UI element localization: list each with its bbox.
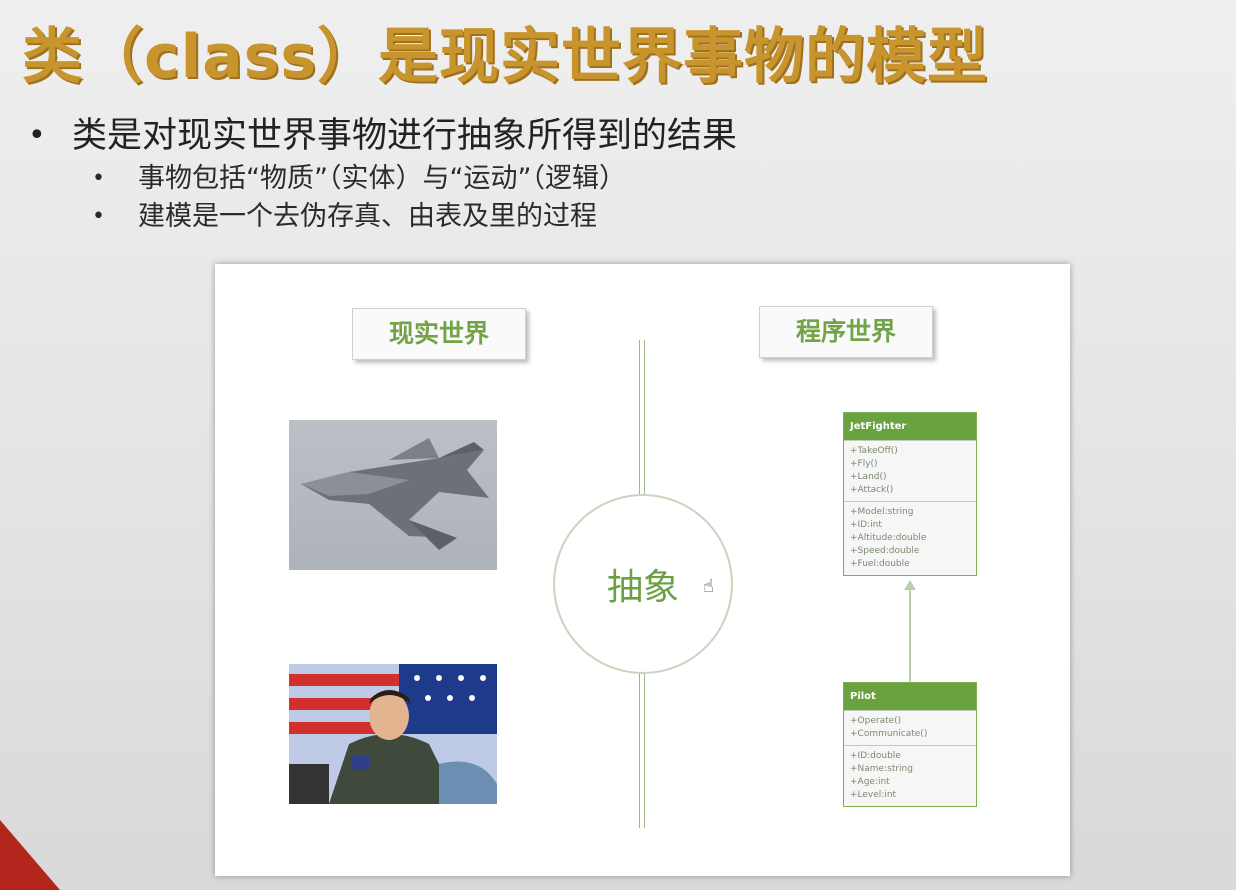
uml-methods: +Operate() +Communicate(): [844, 710, 976, 745]
uml-field: +Level:int: [850, 790, 897, 800]
uml-method: +Fly(): [850, 459, 878, 469]
bullet-sub-1: 事物包括“物质”（实体）与“运动”（逻辑）: [28, 160, 737, 198]
bullet-sub-2: 建模是一个去伪存真、由表及里的过程: [28, 198, 737, 236]
program-world-heading: 程序世界: [759, 306, 933, 358]
uml-field: +Name:string: [850, 764, 913, 774]
uml-method: +Attack(): [850, 485, 894, 495]
uml-methods: +TakeOff() +Fly() +Land() +Attack(): [844, 440, 976, 501]
bullet-list: 类是对现实世界事物进行抽象所得到的结果 事物包括“物质”（实体）与“运动”（逻辑…: [28, 112, 737, 236]
divider-line-top: [639, 340, 645, 494]
corner-decoration: [0, 820, 60, 890]
uml-fields: +Model:string +ID:int +Altitude:double +…: [844, 501, 976, 575]
uml-method: +Land(): [850, 472, 887, 482]
real-world-heading: 现实世界: [352, 308, 526, 360]
uml-field: +ID:int: [850, 520, 882, 530]
uml-method: +Operate(): [850, 716, 902, 726]
fighter-jet-icon: [301, 438, 489, 550]
uml-class-pilot: Pilot +Operate() +Communicate() +ID:doub…: [843, 682, 977, 807]
diagram-card: 现实世界 程序世界 抽象 ☝ JetFighter +TakeOff() +Fl…: [215, 264, 1070, 876]
uml-class-jetfighter: JetFighter +TakeOff() +Fly() +Land() +At…: [843, 412, 977, 576]
fighter-jet-photo: [289, 420, 497, 570]
divider-line-bottom: [639, 670, 645, 828]
uml-field: +Altitude:double: [850, 533, 927, 543]
inheritance-arrow-head-icon: [904, 580, 916, 590]
uml-field: +Age:int: [850, 777, 890, 787]
hand-cursor-icon: ☝: [703, 576, 714, 597]
uml-field: +Speed:double: [850, 546, 920, 556]
abstraction-label: 抽象: [606, 567, 679, 608]
slide-title: 类（class）是现实世界事物的模型: [22, 22, 989, 92]
uml-method: +TakeOff(): [850, 446, 898, 456]
uml-class-name: JetFighter: [844, 413, 976, 440]
uml-field: +Model:string: [850, 507, 914, 517]
bullet-main: 类是对现实世界事物进行抽象所得到的结果: [28, 112, 737, 160]
uml-field: +ID:double: [850, 751, 901, 761]
pilot-photo: [289, 664, 497, 804]
pilot-icon: [289, 664, 497, 804]
uml-field: +Fuel:double: [850, 559, 910, 569]
uml-fields: +ID:double +Name:string +Age:int +Level:…: [844, 745, 976, 806]
inheritance-arrow-line: [909, 582, 911, 682]
uml-method: +Communicate(): [850, 729, 928, 739]
uml-class-name: Pilot: [844, 683, 976, 710]
